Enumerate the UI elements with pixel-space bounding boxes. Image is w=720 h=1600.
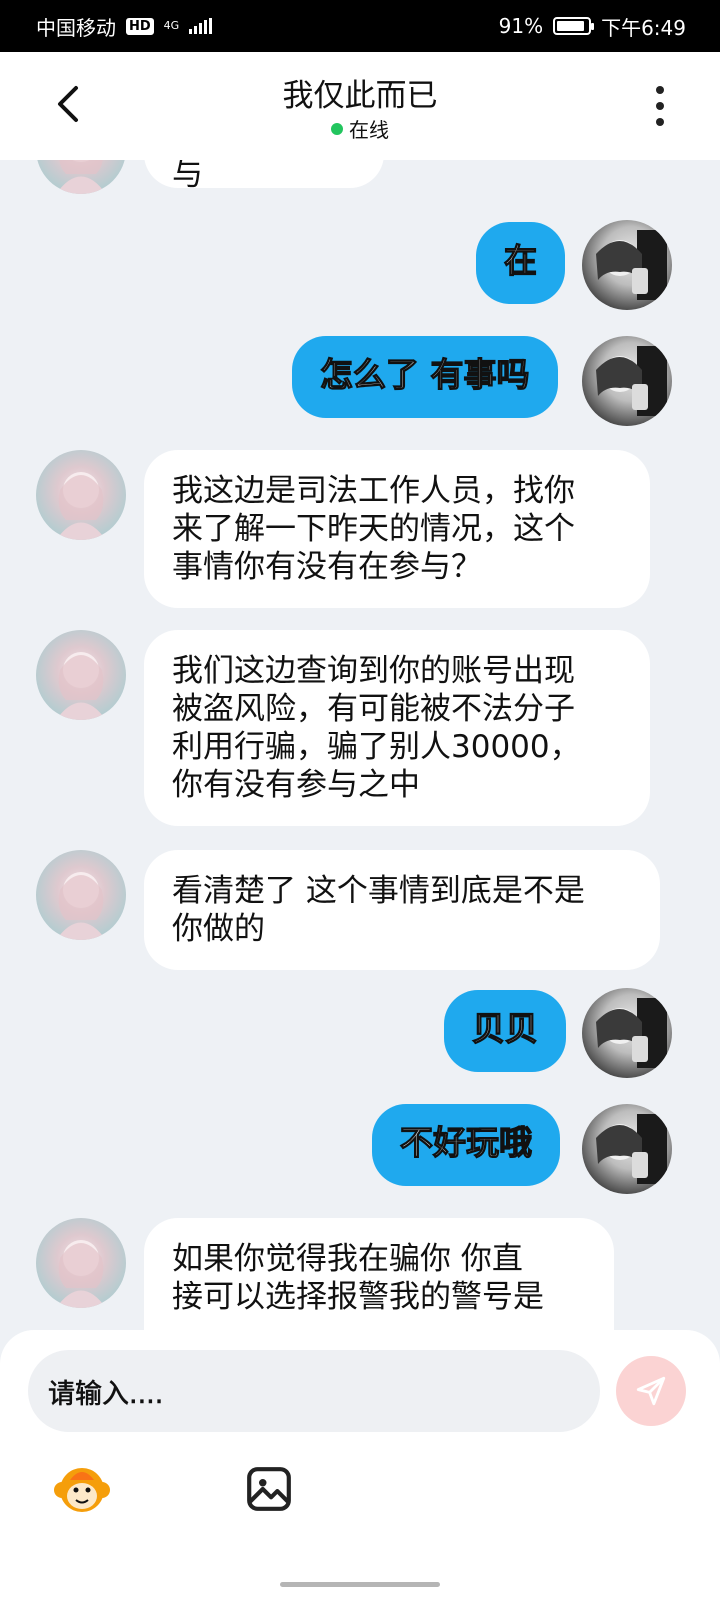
chat-header: 我仅此而已 在线 (0, 52, 720, 160)
more-options-button[interactable] (648, 82, 672, 130)
contact-name: 我仅此而已 (282, 78, 438, 114)
carrier-label: 中国移动 (36, 15, 116, 40)
contact-avatar[interactable] (36, 1218, 126, 1308)
message-line: 你做的 (172, 911, 265, 947)
image-icon (247, 1467, 291, 1511)
composer: 请输入.... (0, 1330, 720, 1600)
online-dot-icon (331, 122, 343, 135)
message-input[interactable]: 请输入.... (28, 1350, 600, 1432)
contact-avatar[interactable] (36, 450, 126, 540)
message-line: 被盗风险，有可能被不法分子 (172, 691, 575, 727)
monkey-emoji-icon (54, 1468, 110, 1512)
message-bubble[interactable]: 贝贝 (444, 990, 566, 1072)
signal-icon (189, 18, 213, 34)
send-icon (636, 1376, 666, 1406)
message-line: 你有没有参与之中 (172, 767, 420, 803)
send-button[interactable] (616, 1356, 686, 1426)
hd-badge: HD (126, 17, 154, 35)
message-bubble[interactable]: 不好玩哦 (372, 1104, 560, 1186)
status-bar-left: 中国移动 HD 4G (36, 12, 213, 41)
message-line: 我这边是司法工作人员，找你 (172, 473, 575, 509)
message-text: 不好玩哦 (399, 1123, 532, 1162)
message-line: 如果你觉得我在骗你 你直 (172, 1241, 523, 1277)
message-line: 利用行骗，骗了别人30000， (172, 729, 581, 765)
online-status: 在线 (0, 114, 720, 143)
status-bar: 中国移动 HD 4G 91% 下午6:49 (0, 0, 720, 52)
more-dot-icon (656, 118, 664, 126)
clock: 下午6:49 (601, 15, 686, 40)
message-line: 看清楚了 这个事情到底是不是 (172, 873, 585, 909)
message-bubble[interactable]: 我这边是司法工作人员，找你 来了解一下昨天的情况，这个 事情你有没有在参与？ (144, 450, 650, 608)
contact-avatar[interactable] (36, 630, 126, 720)
online-status-label: 在线 (349, 118, 389, 142)
message-bubble[interactable]: 有没有在参与 (144, 160, 384, 193)
message-line: 事情你有没有在参与？ (172, 549, 482, 585)
my-avatar[interactable] (582, 220, 672, 310)
contact-avatar[interactable] (36, 160, 126, 194)
status-bar-right: 91% 下午6:49 (499, 12, 686, 41)
emoji-button[interactable] (52, 1460, 112, 1516)
message-text: 在 (503, 241, 537, 280)
message-bubble[interactable]: 怎么了 有事吗 (292, 336, 558, 418)
image-button[interactable] (244, 1464, 294, 1514)
home-indicator[interactable] (280, 1582, 440, 1587)
network-type: 4G (163, 19, 180, 32)
message-line: 接可以选择报警我的警号是 (172, 1279, 544, 1315)
battery-percent: 91% (498, 14, 544, 38)
message-line: 我们这边查询到你的账号出现 (172, 653, 575, 689)
battery-icon (553, 17, 595, 35)
my-avatar[interactable] (582, 336, 672, 426)
my-avatar[interactable] (582, 1104, 672, 1194)
my-avatar[interactable] (582, 988, 672, 1078)
message-text: 有没有在参与 (172, 160, 203, 193)
message-bubble[interactable]: 看清楚了 这个事情到底是不是 你做的 (144, 850, 660, 970)
message-text: 贝贝 (471, 1009, 538, 1048)
message-bubble[interactable]: 在 (476, 222, 565, 304)
message-bubble[interactable]: 如果你觉得我在骗你 你直 接可以选择报警我的警号是 (144, 1218, 614, 1330)
message-input-placeholder: 请输入.... (48, 1378, 164, 1410)
contact-avatar[interactable] (36, 850, 126, 940)
message-line: 来了解一下昨天的情况，这个 (172, 511, 575, 547)
message-text: 怎么了 有事吗 (319, 355, 530, 394)
message-list[interactable]: 有没有在参与 在 怎么了 有事吗 我这边是司法工作人员，找你 来了解一下昨天的情… (0, 160, 720, 1330)
more-dot-icon (656, 102, 664, 110)
message-bubble[interactable]: 我们这边查询到你的账号出现 被盗风险，有可能被不法分子 利用行骗，骗了别人300… (144, 630, 650, 826)
more-dot-icon (656, 86, 664, 94)
